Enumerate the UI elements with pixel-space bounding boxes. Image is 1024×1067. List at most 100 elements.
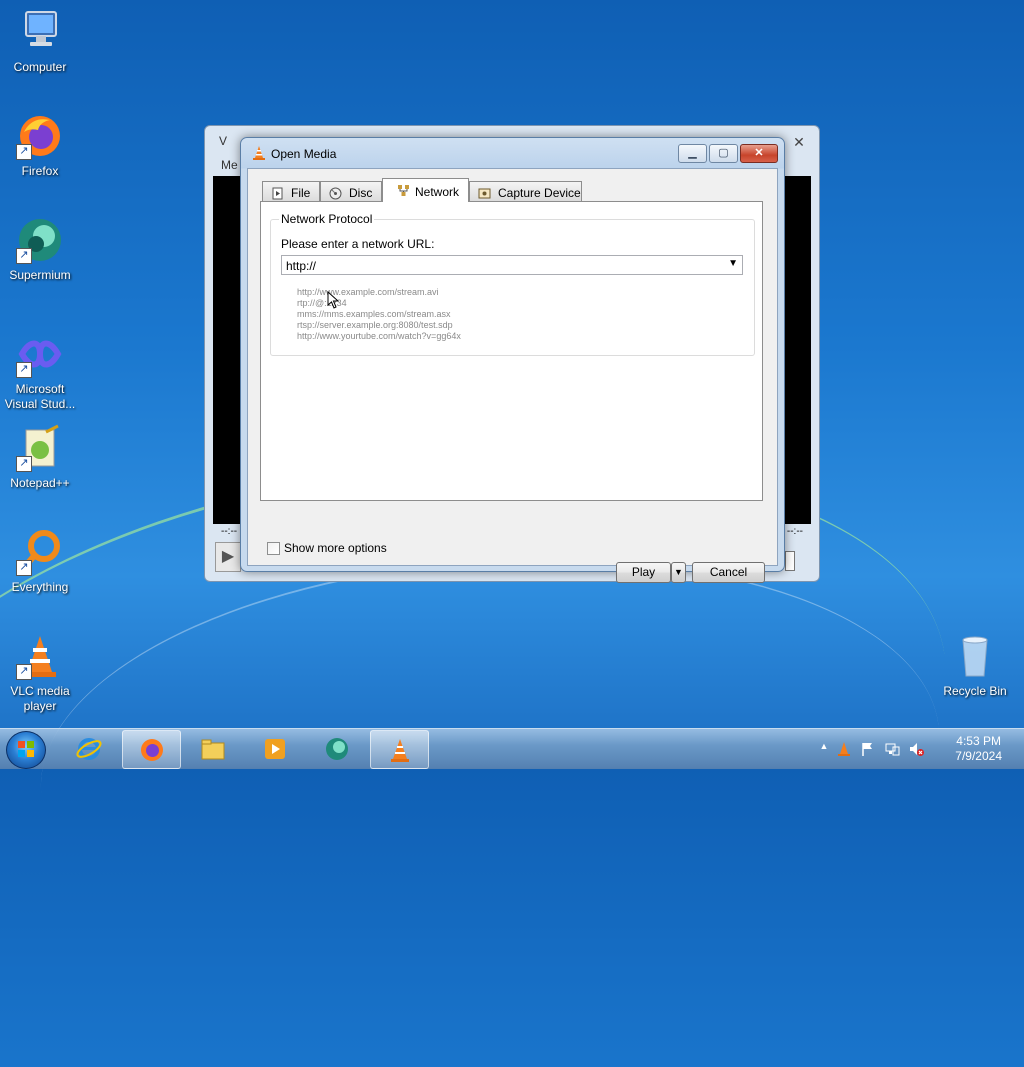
video-area	[783, 176, 811, 524]
network-tab-panel: Network Protocol Please enter a network …	[260, 201, 763, 501]
taskbar-supermium[interactable]	[308, 730, 365, 767]
close-button[interactable]: ✕	[740, 144, 778, 163]
folder-icon	[200, 736, 226, 762]
vlc-cone-icon	[251, 145, 267, 161]
network-status-icon[interactable]	[884, 741, 900, 757]
internet-explorer-icon	[76, 736, 102, 762]
video-area	[213, 176, 241, 524]
vlc-main-menu[interactable]: Me	[221, 158, 238, 172]
shortcut-arrow-icon: ↗	[16, 664, 32, 680]
taskbar-internet-explorer[interactable]	[60, 730, 117, 767]
open-media-dialog[interactable]: Open Media ▁ ▢ ✕ File Disc Network Captu…	[240, 137, 785, 583]
windows-logo-icon	[18, 741, 34, 757]
vlc-tray-icon[interactable]	[836, 741, 852, 757]
url-example: rtp://@:1234	[297, 298, 347, 308]
desktop-icon-visual-studio[interactable]: ↗ Microsoft Visual Stud...	[0, 330, 80, 412]
tab-label: Disc	[349, 186, 373, 200]
desktop-icon-label: Computer	[13, 60, 67, 74]
supermium-icon: ↗	[16, 216, 64, 264]
show-more-options-label[interactable]: Show more options	[284, 541, 387, 555]
minimize-button[interactable]: ▁	[678, 144, 707, 163]
capture-device-icon	[478, 186, 491, 199]
shortcut-arrow-icon: ↗	[16, 456, 32, 472]
taskbar: ▲ 4:53 PM 7/9/2024	[0, 728, 1024, 769]
vlc-cone-icon	[387, 737, 413, 763]
url-example: http://www.yourtube.com/watch?v=gg64x	[297, 331, 461, 341]
shortcut-arrow-icon: ↗	[16, 362, 32, 378]
play-icon[interactable]: ▶	[215, 542, 241, 572]
chevron-down-icon: ▼	[674, 567, 683, 577]
url-examples: http://www.example.com/stream.avi rtp://…	[297, 287, 461, 342]
dialog-titlebar[interactable]: Open Media ▁ ▢ ✕	[241, 138, 784, 168]
recycle-bin-icon	[951, 632, 999, 680]
url-example: rtsp://server.example.org:8080/test.sdp	[297, 320, 453, 330]
network-protocol-group: Network Protocol Please enter a network …	[270, 212, 755, 356]
everything-search-icon: ↗	[16, 528, 64, 576]
firefox-icon: ↗	[16, 112, 64, 160]
desktop-icon-notepad-plus-plus[interactable]: ↗ Notepad++	[0, 424, 80, 491]
desktop-icon-firefox[interactable]: ↗ Firefox	[0, 112, 80, 179]
taskbar-firefox[interactable]	[122, 730, 181, 769]
show-hidden-icons-icon[interactable]: ▲	[816, 741, 832, 757]
network-icon	[397, 183, 410, 196]
chevron-down-icon[interactable]: ▼	[728, 258, 738, 269]
tab-capture-device[interactable]: Capture Device	[469, 181, 582, 201]
cancel-button[interactable]: Cancel	[692, 562, 765, 583]
tab-label: Network	[415, 185, 460, 199]
start-button[interactable]	[6, 731, 46, 769]
elapsed-time: --:--	[221, 526, 238, 537]
url-input-value[interactable]: http://	[286, 259, 316, 273]
desktop-icon-recycle-bin[interactable]: Recycle Bin	[935, 632, 1015, 699]
shortcut-arrow-icon: ↗	[16, 248, 32, 264]
tab-disc[interactable]: Disc	[320, 181, 382, 201]
media-player-icon	[262, 736, 288, 762]
dialog-client-area: File Disc Network Capture Device Network…	[247, 168, 778, 583]
network-url-combobox[interactable]: http:// ▼	[281, 255, 743, 275]
vlc-main-title: V	[219, 134, 228, 148]
firefox-icon	[139, 737, 165, 763]
url-example: http://www.example.com/stream.avi	[297, 287, 439, 297]
clock[interactable]: 4:53 PM 7/9/2024	[955, 734, 1002, 764]
play-dropdown-button[interactable]: ▼	[671, 562, 686, 583]
show-more-options-checkbox[interactable]	[267, 542, 280, 555]
mouse-cursor-icon	[327, 290, 341, 309]
desktop-icon-computer[interactable]: Computer	[0, 8, 80, 75]
url-example: mms://mms.examples.com/stream.asx	[297, 309, 451, 319]
notepad-plus-plus-icon: ↗	[16, 424, 64, 472]
maximize-button[interactable]: ▢	[709, 144, 738, 163]
volume-muted-icon[interactable]	[908, 741, 924, 757]
desktop-icon-label: Firefox	[21, 164, 59, 178]
play-button[interactable]: Play	[616, 562, 671, 583]
disc-icon	[329, 186, 342, 200]
desktop-icon-vlc[interactable]: ↗ VLC media player	[0, 632, 80, 714]
desktop-icon-label: Supermium	[9, 268, 71, 282]
dialog-title: Open Media	[271, 147, 337, 161]
url-prompt-label: Please enter a network URL:	[281, 237, 435, 251]
file-icon	[271, 186, 284, 200]
clock-date: 7/9/2024	[955, 749, 1002, 763]
desktop-icon-label: Recycle Bin	[943, 684, 1007, 698]
shortcut-arrow-icon: ↗	[16, 144, 32, 160]
taskbar-file-explorer[interactable]	[184, 730, 241, 767]
tab-label: File	[291, 186, 311, 200]
close-icon[interactable]: ✕	[787, 134, 811, 150]
vlc-cone-icon: ↗	[16, 632, 64, 680]
desktop-icon-everything[interactable]: ↗ Everything	[0, 528, 80, 595]
desktop-icon-label: VLC media player	[10, 684, 70, 713]
taskbar-media-player[interactable]	[246, 730, 303, 767]
total-time: --:--	[786, 526, 803, 537]
computer-icon	[16, 8, 64, 56]
desktop-icon-supermium[interactable]: ↗ Supermium	[0, 216, 80, 283]
desktop-icon-label: Notepad++	[10, 476, 70, 490]
shortcut-arrow-icon: ↗	[16, 560, 32, 576]
system-tray: ▲ 4:53 PM 7/9/2024	[814, 729, 1024, 769]
tab-file[interactable]: File	[262, 181, 320, 201]
visual-studio-icon: ↗	[16, 330, 64, 378]
clock-time: 4:53 PM	[956, 734, 1001, 748]
group-title: Network Protocol	[279, 212, 375, 226]
tab-network[interactable]: Network	[382, 178, 469, 202]
volume-slider[interactable]	[785, 551, 795, 571]
action-center-flag-icon[interactable]	[860, 741, 876, 757]
taskbar-vlc[interactable]	[370, 730, 429, 769]
desktop-icon-label: Everything	[11, 580, 69, 594]
